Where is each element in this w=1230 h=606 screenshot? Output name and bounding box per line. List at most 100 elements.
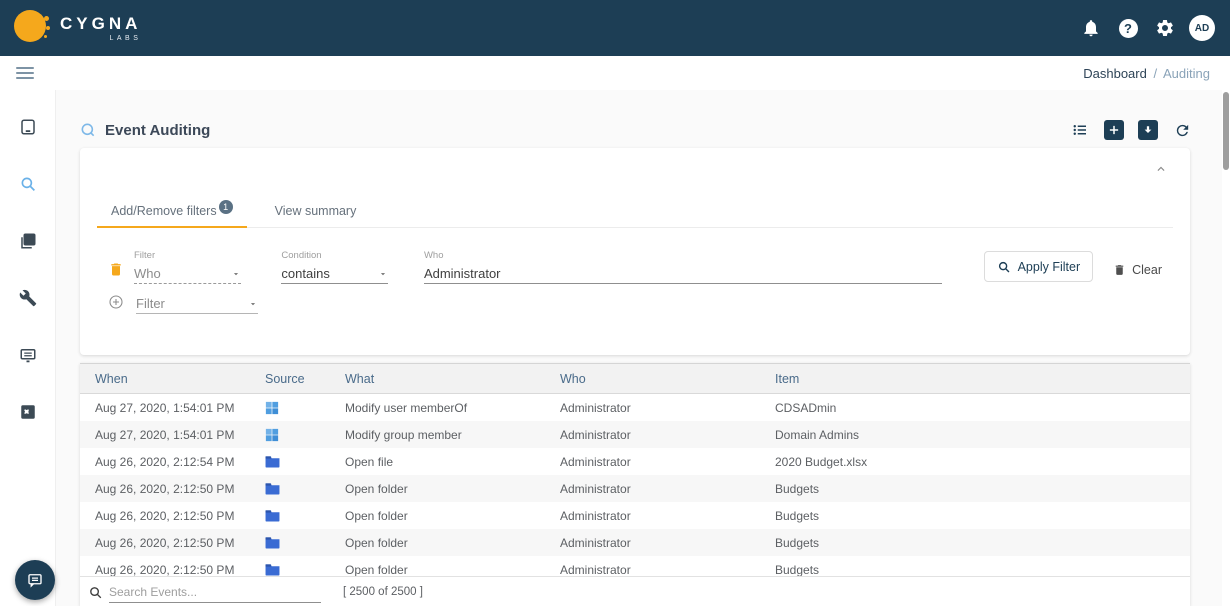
tab-view-summary[interactable]: View summary <box>261 196 371 227</box>
sidebar-item-system-settings[interactable] <box>0 392 56 432</box>
user-avatar[interactable]: AD <box>1188 14 1216 42</box>
collapse-panel-chevron-icon[interactable] <box>1154 162 1168 181</box>
table-row[interactable]: Aug 26, 2020, 2:12:50 PM Open folder Adm… <box>80 529 1190 556</box>
apply-filter-button[interactable]: Apply Filter <box>984 251 1094 282</box>
add-filter-plus-icon[interactable] <box>108 294 124 310</box>
event-auditing-page: CYGNA LABS ? AD Dashboard / Auditing <box>0 0 1230 606</box>
cell-source <box>265 401 345 415</box>
view-list-icon[interactable] <box>1070 120 1090 140</box>
table-row[interactable]: Aug 26, 2020, 2:12:50 PM Open folder Adm… <box>80 502 1190 529</box>
windows-icon <box>265 401 279 415</box>
left-nav-sidebar <box>0 90 56 606</box>
search-events-input[interactable] <box>109 582 321 603</box>
download-arrow-icon <box>1142 124 1154 136</box>
cell-who: Administrator <box>560 563 775 577</box>
breadcrumb-auditing: Auditing <box>1163 66 1210 81</box>
menu-hamburger-icon[interactable] <box>16 64 34 82</box>
table-body: Aug 27, 2020, 1:54:01 PM Modify user mem… <box>80 394 1190 576</box>
export-button[interactable] <box>1138 120 1158 140</box>
add-filter-row: Filter <box>108 294 258 314</box>
tab-add-remove-filters[interactable]: Add/Remove filters 1 <box>97 196 247 228</box>
cell-item: 2020 Budget.xlsx <box>775 455 1190 469</box>
cell-when: Aug 26, 2020, 2:12:50 PM <box>95 509 265 523</box>
table-row[interactable]: Aug 27, 2020, 1:54:01 PM Modify user mem… <box>80 394 1190 421</box>
brand-sub: LABS <box>60 35 141 42</box>
folder-icon <box>265 482 280 495</box>
cell-source <box>265 428 345 442</box>
cell-source <box>265 563 345 576</box>
tab-label: View summary <box>275 204 357 218</box>
avatar-initials: AD <box>1189 15 1215 41</box>
result-count: [ 2500 of 2500 ] <box>343 586 423 598</box>
cell-when: Aug 27, 2020, 1:54:01 PM <box>95 428 265 442</box>
col-header-source[interactable]: Source <box>265 372 345 386</box>
cell-when: Aug 26, 2020, 2:12:50 PM <box>95 536 265 550</box>
cell-what: Modify user memberOf <box>345 401 560 415</box>
sidebar-item-dashboard[interactable] <box>0 107 56 147</box>
folder-icon <box>265 455 280 468</box>
refresh-button[interactable] <box>1172 120 1192 140</box>
cell-what: Modify group member <box>345 428 560 442</box>
cell-who: Administrator <box>560 536 775 550</box>
caret-down-icon <box>231 269 241 279</box>
cell-who: Administrator <box>560 509 775 523</box>
filter-row: Filter Who Condition contains Who <box>108 244 1162 284</box>
col-header-item[interactable]: Item <box>775 372 1190 386</box>
filter-field-dropdown[interactable]: Filter Who <box>134 250 241 284</box>
scrollbar-thumb[interactable] <box>1223 92 1229 170</box>
table-row[interactable]: Aug 26, 2020, 2:12:50 PM Open folder Adm… <box>80 475 1190 502</box>
cell-item: CDSADmin <box>775 401 1190 415</box>
sidebar-item-console[interactable] <box>0 335 56 375</box>
condition-value: contains <box>281 266 329 281</box>
new-filter-dropdown[interactable]: Filter <box>136 294 258 314</box>
breadcrumb-dashboard[interactable]: Dashboard <box>1083 66 1147 81</box>
table-header-row: When Source What Who Item <box>80 364 1190 394</box>
table-row[interactable]: Aug 26, 2020, 2:12:50 PM Open folder Adm… <box>80 556 1190 576</box>
clear-filter-button[interactable]: Clear <box>1113 263 1162 277</box>
wrench-icon <box>19 289 37 307</box>
settings-gear-icon[interactable] <box>1151 14 1179 42</box>
caret-down-icon <box>378 269 388 279</box>
table-row[interactable]: Aug 26, 2020, 2:12:54 PM Open file Admin… <box>80 448 1190 475</box>
who-label: Who <box>424 250 942 261</box>
page-title: Event Auditing <box>105 122 210 139</box>
cell-source <box>265 509 345 522</box>
help-icon[interactable]: ? <box>1114 14 1142 42</box>
folder-icon <box>265 536 280 549</box>
cell-what: Open folder <box>345 536 560 550</box>
windows-icon <box>265 428 279 442</box>
table-row[interactable]: Aug 27, 2020, 1:54:01 PM Modify group me… <box>80 421 1190 448</box>
cell-source <box>265 536 345 549</box>
cell-what: Open folder <box>345 509 560 523</box>
cell-source <box>265 455 345 468</box>
remove-filter-trash-icon[interactable] <box>108 261 124 278</box>
who-value-input[interactable]: Who Administrator <box>424 250 942 284</box>
search-icon <box>997 260 1011 274</box>
cell-item: Budgets <box>775 536 1190 550</box>
brand-name: CYGNA <box>60 15 141 32</box>
add-button[interactable] <box>1104 120 1124 140</box>
page-scrollbar[interactable] <box>1222 90 1230 606</box>
sidebar-item-tools[interactable] <box>0 278 56 318</box>
filter-field-value: Who <box>134 266 161 281</box>
col-header-what[interactable]: What <box>345 372 560 386</box>
col-header-when[interactable]: When <box>95 372 265 386</box>
filter-tabs: Add/Remove filters 1 View summary <box>97 196 1173 228</box>
settings-box-icon <box>19 403 37 421</box>
apply-filter-label: Apply Filter <box>1018 260 1081 274</box>
refresh-icon <box>1174 122 1191 139</box>
sidebar-item-reports[interactable] <box>0 221 56 261</box>
filter-field-label: Filter <box>134 250 241 261</box>
sidebar-item-auditing-search[interactable] <box>0 164 56 204</box>
search-icon <box>88 585 103 600</box>
notifications-bell-icon[interactable] <box>1077 14 1105 42</box>
filter-panel: Add/Remove filters 1 View summary Filter… <box>80 148 1190 355</box>
cell-who: Administrator <box>560 482 775 496</box>
caret-down-icon <box>248 299 258 309</box>
cell-when: Aug 26, 2020, 2:12:50 PM <box>95 482 265 496</box>
who-value: Administrator <box>424 266 501 281</box>
condition-dropdown[interactable]: Condition contains <box>281 250 388 284</box>
chat-fab-button[interactable] <box>15 560 55 600</box>
col-header-who[interactable]: Who <box>560 372 775 386</box>
cygna-labs-logo[interactable]: CYGNA LABS <box>14 10 141 46</box>
